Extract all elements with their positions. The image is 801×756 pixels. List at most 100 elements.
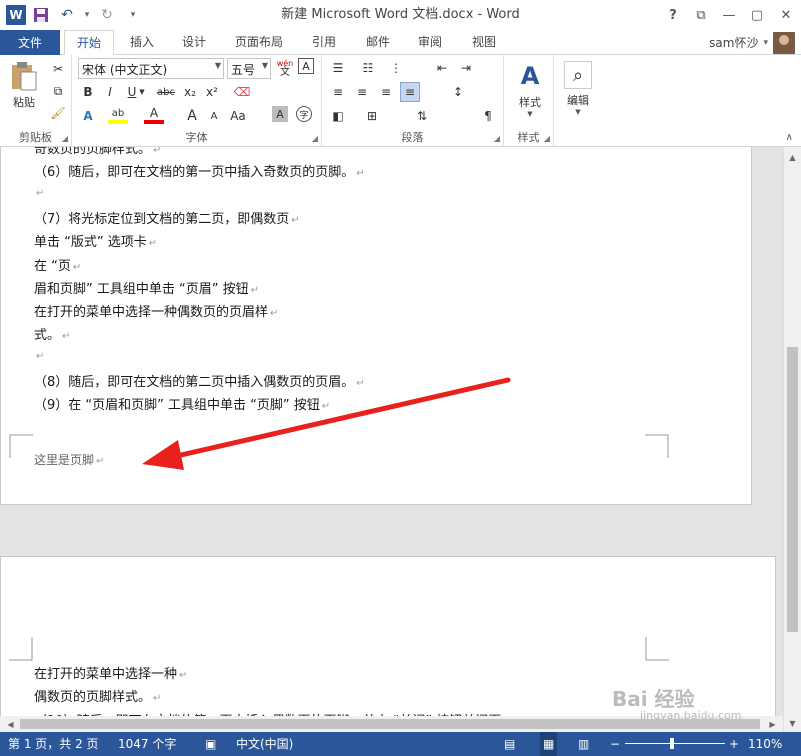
watermark-url: jingyan.baidu.com	[640, 709, 742, 722]
paste-button[interactable]: 粘贴	[6, 61, 42, 110]
text-line-content: （7）将光标定位到文档的第二页，即偶数页	[34, 211, 290, 227]
print-layout-icon[interactable]: ▦	[540, 732, 558, 756]
align-left-icon[interactable]: ≡	[328, 82, 348, 102]
tab-design[interactable]: 设计	[172, 30, 216, 55]
paragraph-mark: ↵	[291, 214, 300, 226]
close-button[interactable]: ✕	[771, 0, 801, 30]
minimize-button[interactable]: —	[715, 0, 743, 30]
redo-icon[interactable]: ↻	[96, 4, 118, 26]
text-line-content: 眉和页脚” 工具组中单击 “页眉” 按钮	[34, 281, 249, 297]
paragraph-mark: ↵	[356, 378, 365, 389]
font-launcher-icon[interactable]: ◢	[312, 134, 318, 143]
undo-dropdown-icon[interactable]: ▾	[82, 4, 92, 26]
collapse-ribbon-icon[interactable]: ∧	[786, 132, 793, 143]
phonetic-guide-button[interactable]: wén 文	[275, 58, 295, 78]
tab-home[interactable]: 开始	[64, 30, 114, 55]
customize-qat-icon[interactable]: ▾	[122, 4, 144, 26]
user-account[interactable]: sam怀沙 ▾	[709, 30, 795, 55]
numbering-icon[interactable]: ☷	[358, 58, 378, 78]
tab-review[interactable]: 审阅	[408, 30, 452, 55]
tab-file[interactable]: 文件	[0, 30, 60, 55]
align-right-icon[interactable]: ≡	[376, 82, 396, 102]
paragraph-mark: ↵	[179, 670, 188, 681]
superscript-button[interactable]: x²	[202, 82, 222, 102]
editing-button[interactable]: ⌕ 编辑 ▼	[560, 61, 596, 116]
language[interactable]: 中文(中国)	[236, 732, 293, 756]
shrink-font-button[interactable]: A	[204, 106, 224, 126]
cut-icon[interactable]: ✂	[48, 59, 68, 79]
character-border-button[interactable]: A	[298, 58, 314, 74]
format-painter-icon[interactable]: 🖌	[48, 103, 68, 123]
paragraph-launcher-icon[interactable]: ◢	[494, 134, 500, 143]
word-logo-icon[interactable]: W	[6, 5, 26, 25]
styles-launcher-icon[interactable]: ◢	[544, 134, 550, 143]
text-line: 眉和页脚” 工具组中单击 “页眉” 按钮 ↵	[34, 278, 259, 297]
read-mode-icon[interactable]: ▤	[504, 732, 515, 756]
justify-icon[interactable]: ≡	[400, 82, 420, 102]
change-case-button[interactable]: Aa	[226, 106, 250, 126]
chinese-layout-icon[interactable]: ⇅	[412, 106, 432, 126]
editing-dropdown-icon: ▼	[575, 108, 581, 116]
proofing-icon[interactable]: ▣	[205, 732, 216, 756]
tab-mailings[interactable]: 邮件	[356, 30, 400, 55]
paragraph-mark: ↵	[148, 238, 158, 250]
italic-button[interactable]: I	[100, 82, 120, 102]
ribbon-display-options-button[interactable]: ⧉	[687, 0, 715, 30]
document-area[interactable]: 奇数页的页脚样式。 ↵ （6）随后，即可在文档的第一页中插入奇数页的页脚。 ↵ ↵ （7）…	[0, 147, 783, 732]
tab-references[interactable]: 引用	[302, 30, 346, 55]
subscript-button[interactable]: x₂	[180, 82, 200, 102]
highlight-icon[interactable]: ab	[108, 106, 128, 124]
increase-indent-icon[interactable]: ⇥	[456, 58, 476, 78]
show-marks-icon[interactable]: ¶	[478, 106, 498, 126]
scrollbar-thumb[interactable]	[787, 347, 798, 632]
page-count[interactable]: 第 1 页，共 2 页	[8, 732, 99, 756]
shading-icon[interactable]: ◧	[328, 106, 348, 126]
bold-button[interactable]: B	[78, 82, 98, 102]
undo-icon[interactable]: ↶	[56, 4, 78, 26]
grow-font-button[interactable]: A	[182, 106, 202, 126]
zoom-out-button[interactable]: −	[610, 732, 620, 756]
font-size-select[interactable]: 五号 ▼	[227, 58, 271, 79]
clear-formatting-icon[interactable]: ⌫	[232, 82, 252, 102]
font-name-select[interactable]: 宋体 (中文正文) ▼	[78, 58, 224, 79]
multilevel-list-icon[interactable]: ⋮	[386, 58, 406, 78]
text-line: ↵	[34, 348, 44, 363]
scroll-up-icon[interactable]: ▲	[784, 149, 801, 165]
text-effects-icon[interactable]: A	[78, 106, 98, 126]
zoom-slider[interactable]	[625, 743, 725, 744]
page-1[interactable]: 奇数页的页脚样式。 ↵ （6）随后，即可在文档的第一页中插入奇数页的页脚。 ↵ ↵ （7）…	[0, 147, 752, 505]
copy-icon[interactable]: ⧉	[48, 81, 68, 101]
bullets-icon[interactable]: ☰	[328, 58, 348, 78]
strikethrough-button[interactable]: abc	[154, 82, 178, 102]
paragraph-mark: ↵	[250, 284, 259, 296]
tab-layout[interactable]: 页面布局	[226, 30, 292, 55]
font-color-icon[interactable]: A	[144, 106, 164, 124]
zoom-slider-thumb[interactable]	[670, 738, 674, 749]
underline-dropdown-icon[interactable]: ▼	[138, 82, 146, 102]
clipboard-launcher-icon[interactable]: ◢	[62, 134, 68, 143]
zoom-level[interactable]: 110%	[748, 732, 782, 756]
vertical-scrollbar[interactable]: ▲ ▼	[783, 147, 801, 732]
borders-icon[interactable]: ⊞	[362, 106, 382, 126]
font-size-dropdown-icon: ▼	[261, 61, 268, 70]
styles-button[interactable]: A 样式 ▼	[512, 61, 548, 118]
text-line-content: 在打开的菜单中选择一种	[34, 667, 178, 682]
save-icon[interactable]	[30, 4, 52, 26]
text-line: 式。 ↵	[34, 324, 70, 343]
font-group: 宋体 (中文正文) ▼ 五号 ▼ wén 文 A B I U ▼ abc x₂ …	[72, 55, 322, 147]
word-count[interactable]: 1047 个字	[118, 732, 176, 756]
crop-mark-bottom-left	[9, 434, 33, 458]
tab-view[interactable]: 视图	[462, 30, 506, 55]
text-line: （8）随后，即可在文档的第二页中插入偶数页的页眉。 ↵	[34, 371, 365, 390]
decrease-indent-icon[interactable]: ⇤	[432, 58, 452, 78]
character-shading-button[interactable]: A	[272, 106, 288, 122]
web-layout-icon[interactable]: ▥	[578, 732, 589, 756]
tab-insert[interactable]: 插入	[120, 30, 164, 55]
help-button[interactable]: ?	[659, 0, 687, 30]
zoom-in-button[interactable]: +	[729, 732, 739, 756]
align-center-icon[interactable]: ≡	[352, 82, 372, 102]
restore-button[interactable]: ▢	[743, 0, 771, 30]
scroll-left-icon[interactable]: ◀	[2, 716, 19, 732]
line-spacing-icon[interactable]: ↕	[448, 82, 468, 102]
enclose-characters-button[interactable]: 字	[296, 106, 312, 122]
